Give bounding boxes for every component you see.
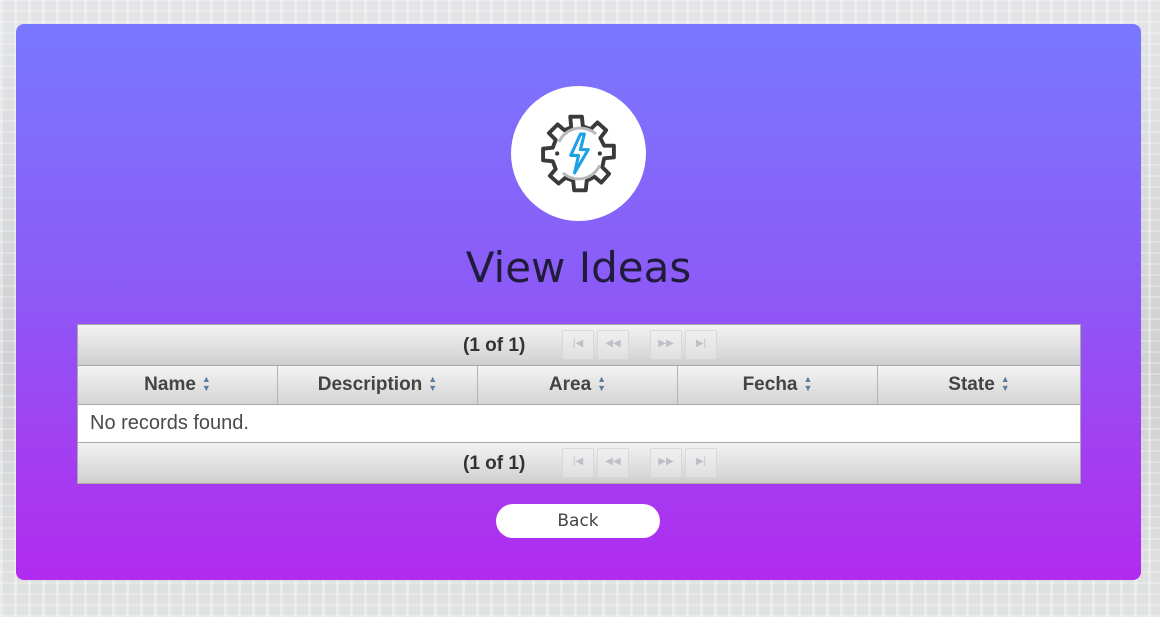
page-report: (1 of 1) [463,453,526,474]
first-page-icon: |◀ [572,338,584,349]
sort-icon: ▲ ▼ [597,373,607,393]
previous-page-icon: ◀◀ [605,456,621,467]
sort-icon: ▲ ▼ [428,373,438,393]
next-page-button[interactable]: ▶▶ [650,330,682,360]
column-header-fecha[interactable]: Fecha ▲ ▼ [678,366,878,404]
paginator-top: (1 of 1) |◀ ◀◀ ▶▶ ▶| [78,325,1080,366]
page-title: View Ideas [465,243,692,292]
back-button[interactable]: Back [496,504,660,538]
logo [511,86,646,221]
column-header-name[interactable]: Name ▲ ▼ [78,366,278,404]
previous-page-icon: ◀◀ [605,338,621,349]
next-page-icon: ▶▶ [658,456,674,467]
sort-icon: ▲ ▼ [201,373,211,393]
column-header-state[interactable]: State ▲ ▼ [878,366,1080,404]
sort-icon: ▲ ▼ [803,373,813,393]
next-page-icon: ▶▶ [658,338,674,349]
last-page-button[interactable]: ▶| [685,448,717,478]
page-report: (1 of 1) [463,335,526,356]
previous-page-button[interactable]: ◀◀ [597,330,629,360]
paginator-bottom: (1 of 1) |◀ ◀◀ ▶▶ ▶| [78,442,1080,483]
ideas-table: (1 of 1) |◀ ◀◀ ▶▶ ▶| Name ▲ ▼ Description ▲… [77,324,1081,484]
main-card: View Ideas (1 of 1) |◀ ◀◀ ▶▶ ▶| Name ▲ ▼ D… [16,24,1141,580]
column-header-area[interactable]: Area ▲ ▼ [478,366,678,404]
gear-lightning-icon [541,114,616,193]
last-page-icon: ▶| [695,338,707,349]
first-page-button[interactable]: |◀ [562,448,594,478]
next-page-button[interactable]: ▶▶ [650,448,682,478]
column-header-description[interactable]: Description ▲ ▼ [278,366,478,404]
previous-page-button[interactable]: ◀◀ [597,448,629,478]
sort-icon: ▲ ▼ [1000,373,1010,393]
empty-message: No records found. [78,405,1080,442]
last-page-icon: ▶| [695,456,707,467]
first-page-icon: |◀ [572,456,584,467]
first-page-button[interactable]: |◀ [562,330,594,360]
table-header: Name ▲ ▼ Description ▲ ▼ Area ▲ ▼ Fecha ▲ ▼ Stat… [78,366,1080,405]
last-page-button[interactable]: ▶| [685,330,717,360]
